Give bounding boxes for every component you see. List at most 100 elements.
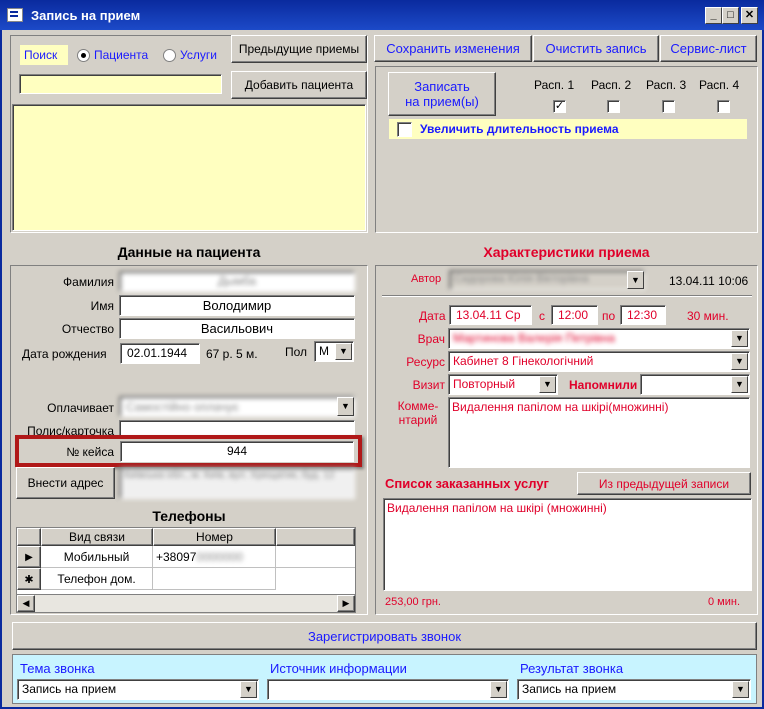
sex-select[interactable]: М ▼ (314, 341, 354, 362)
visit-select[interactable]: Повторный ▼ (448, 374, 558, 395)
window-title: Запись на прием (31, 7, 141, 23)
resource-label: Ресурс (406, 355, 445, 369)
payer-select[interactable]: Самостійно оплачує (119, 396, 355, 417)
phones-col-number[interactable]: Номер (153, 528, 276, 546)
slot-3-label: Расп. 3 (646, 78, 687, 92)
author-dropdown-icon[interactable]: ▼ (627, 271, 644, 289)
address-field[interactable]: Київська обл., м. Київ, вул. Хрещатик, б… (119, 467, 355, 499)
phones-col-empty (276, 528, 355, 546)
chevron-down-icon[interactable]: ▼ (731, 376, 748, 393)
row-selector-new[interactable]: ✱ (17, 568, 41, 590)
case-number-field[interactable]: 944 (120, 441, 354, 462)
slot-4-checkbox[interactable] (717, 100, 730, 113)
chevron-down-icon[interactable]: ▼ (731, 353, 748, 370)
time-from-label: с (539, 309, 545, 323)
add-patient-button[interactable]: Добавить пациента (231, 71, 367, 99)
search-results-list[interactable] (12, 104, 366, 231)
phones-grid[interactable]: Вид связи Номер ▶ Мобильный +38097 000000… (16, 527, 356, 613)
maximize-button[interactable]: □ (722, 7, 739, 24)
dob-field[interactable]: 02.01.1944 (120, 343, 200, 364)
from-previous-record-button[interactable]: Из предыдущей записи (577, 472, 751, 495)
phone-extra-cell (276, 546, 355, 568)
phones-title: Телефоны (152, 508, 226, 524)
age-value: 67 р. 5 м. (206, 347, 258, 361)
name-label: Имя (90, 299, 114, 313)
previous-appointments-button[interactable]: Предыдущие приемы (231, 35, 367, 63)
radio-patients[interactable]: Пациента (77, 46, 148, 64)
extend-duration-checkbox[interactable] (397, 121, 412, 137)
total-time: 0 мин. (708, 596, 741, 608)
surname-label: Фамилия (63, 275, 114, 289)
slot-1-label: Расп. 1 (534, 78, 575, 92)
payer-dropdown-icon[interactable]: ▼ (337, 397, 354, 416)
table-row[interactable]: Мобильный (41, 546, 153, 568)
slot-2-label: Расп. 2 (591, 78, 632, 92)
ordered-services-title: Список заказанных услуг (385, 476, 549, 491)
slot-4-label: Расп. 4 (699, 78, 740, 92)
slot-3-checkbox[interactable] (662, 100, 675, 113)
reminded-label: Напомнили (569, 378, 638, 392)
ordered-services-list[interactable]: Видалення папілом на шкірі (множинні) (383, 498, 752, 591)
clear-record-button[interactable]: Очистить запись (533, 35, 659, 62)
patient-section-title: Данные на пациента (117, 244, 261, 260)
radio-selected-icon (77, 48, 90, 62)
register-call-button[interactable]: Зарегистрировать звонок (12, 622, 757, 650)
row-selector-current[interactable]: ▶ (17, 546, 41, 568)
title-bar[interactable]: Запись на прием (0, 0, 764, 30)
service-sheet-button[interactable]: Сервис-лист (660, 35, 757, 62)
chevron-down-icon[interactable]: ▼ (731, 330, 748, 347)
comment-textarea[interactable]: Видалення папілом на шкірі(множинні) (448, 397, 750, 468)
phone-number-cell[interactable]: +38097 0000000 (153, 546, 276, 568)
surname-field[interactable]: Дымба (119, 271, 355, 292)
chevron-down-icon[interactable]: ▼ (335, 343, 352, 360)
phones-hscrollbar[interactable]: ◀ ▶ (17, 594, 355, 612)
call-source-select[interactable]: ▼ (267, 679, 509, 700)
created-timestamp: 13.04.11 10:06 (669, 274, 749, 288)
name-field[interactable]: Володимир (119, 295, 355, 316)
search-input[interactable] (19, 74, 222, 94)
sex-label: Пол (285, 345, 308, 359)
resource-select[interactable]: Кабинет 8 Гінекологічний ▼ (448, 351, 750, 372)
table-row[interactable]: Телефон дом. (41, 568, 153, 590)
patronymic-field[interactable]: Васильович (119, 318, 355, 339)
app-icon (7, 8, 23, 22)
date-field[interactable]: 13.04.11 Ср (449, 305, 532, 325)
time-to-field[interactable]: 12:30 (620, 305, 666, 325)
close-button[interactable]: ✕ (741, 7, 758, 24)
chevron-down-icon[interactable]: ▼ (732, 681, 749, 698)
slot-2-checkbox[interactable] (607, 100, 620, 113)
book-appointment-button[interactable]: Записать на прием(ы) (388, 72, 496, 116)
minimize-button[interactable]: _ (705, 7, 722, 24)
doctor-select[interactable]: Мартинова Валерія Петрівна ▼ (448, 328, 750, 349)
phones-corner-cell (17, 528, 41, 546)
author-select[interactable]: Сидорова Юлія Вікторівна (449, 270, 645, 290)
chevron-down-icon[interactable]: ▼ (539, 376, 556, 393)
scroll-thumb[interactable] (35, 595, 335, 612)
phone-number-cell[interactable] (153, 568, 276, 590)
duration-value: 30 мин. (687, 309, 729, 323)
phones-col-type[interactable]: Вид связи (41, 528, 153, 546)
time-from-field[interactable]: 12:00 (551, 305, 598, 325)
chevron-down-icon[interactable]: ▼ (240, 681, 257, 698)
add-address-button[interactable]: Внести адрес (16, 467, 115, 499)
save-changes-button[interactable]: Сохранить изменения (374, 35, 532, 62)
appointment-divider (382, 295, 752, 297)
visit-label: Визит (412, 378, 445, 392)
total-price: 253,00 грн. (385, 596, 441, 608)
call-result-select[interactable]: Запись на прием ▼ (517, 679, 751, 700)
extend-duration-row[interactable]: Увеличить длительность приема (389, 119, 747, 139)
patronymic-label: Отчество (61, 322, 114, 336)
slot-1-checkbox[interactable]: ✓ (553, 100, 566, 113)
scroll-left-icon[interactable]: ◀ (17, 595, 35, 612)
call-topic-select[interactable]: Запись на прием ▼ (17, 679, 259, 700)
call-result-label: Результат звонка (520, 661, 624, 676)
date-label: Дата (419, 309, 446, 323)
dob-label: Дата рождения (22, 347, 107, 361)
reminded-select[interactable]: ▼ (640, 374, 750, 395)
scroll-right-icon[interactable]: ▶ (337, 595, 355, 612)
radio-services[interactable]: Услуги (163, 46, 217, 64)
time-to-label: по (602, 309, 616, 323)
radio-unselected-icon (163, 48, 176, 62)
call-source-label: Источник информации (270, 661, 407, 676)
chevron-down-icon[interactable]: ▼ (490, 681, 507, 698)
